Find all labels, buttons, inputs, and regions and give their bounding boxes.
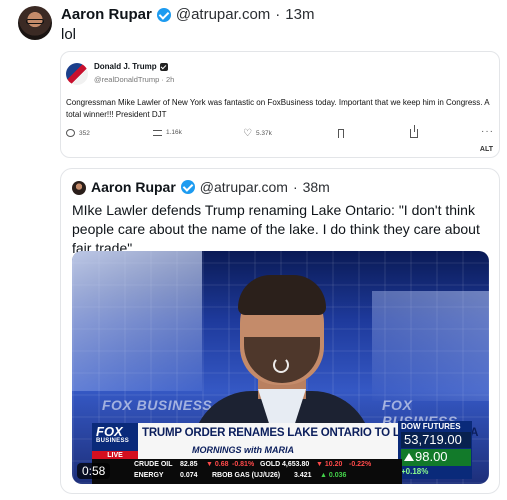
ticker-gold-value: 4,653.80: [282, 461, 310, 468]
quoted-post-text: MIke Lawler defends Trump renaming Lake …: [72, 202, 480, 256]
post-text: lol: [61, 26, 77, 43]
truth-author-avatar[interactable]: [66, 63, 88, 85]
ticker-energy-label: ENERGY: [134, 472, 164, 479]
like-action[interactable]: ♡ 5.37k: [243, 128, 272, 139]
studio-light-panel: [372, 291, 489, 401]
bookmark-icon: [338, 129, 344, 138]
verified-badge-icon: [156, 7, 171, 22]
post-header: Aaron Rupar @atrupar.com · 13m: [61, 6, 314, 23]
author-name[interactable]: Aaron Rupar: [61, 6, 152, 23]
verified-badge-icon: [180, 180, 195, 194]
loading-spinner-icon: [273, 357, 289, 373]
truth-post-text: Congressman Mike Lawler of New York was …: [66, 98, 490, 119]
reply-count: 352: [79, 129, 90, 137]
bookmark-action[interactable]: [338, 129, 344, 138]
video-player[interactable]: FOX BUSINESS FOX BUSINESS FOX BUSINESS L…: [72, 251, 489, 484]
dow-title: DOW FUTURES: [401, 422, 461, 431]
dow-percent: +0.18%: [401, 467, 429, 476]
author-avatar[interactable]: [18, 6, 52, 40]
verified-check-icon: [159, 62, 168, 71]
truth-action-bar: 352 1.16k ♡ 5.37k ···: [66, 125, 496, 141]
dow-value: 53,719.00: [401, 432, 471, 448]
heart-icon: ♡: [243, 128, 252, 139]
quoted-post-card[interactable]: Aaron Rupar @atrupar.com · 38m MIke Lawl…: [60, 168, 500, 494]
separator-dot: ·: [161, 75, 164, 84]
show-name: MORNINGS with MARIA: [192, 445, 294, 455]
ticker-gold-change: ▼ 10.20: [316, 461, 343, 468]
truth-author-name[interactable]: Donald J. Trump: [94, 62, 157, 71]
network-logo-top: FOX: [96, 424, 123, 439]
video-duration: 0:58: [77, 463, 111, 479]
retruth-icon: [153, 129, 162, 136]
ticker-gold-percent: -0.22%: [349, 461, 372, 468]
truth-author-line: Donald J. Trump: [94, 62, 168, 71]
truth-handle-line: @realDonaldTrump · 2h: [94, 75, 174, 84]
truth-author-handle[interactable]: @realDonaldTrump: [94, 75, 159, 84]
like-count: 5.37k: [256, 130, 272, 137]
reply-action[interactable]: 352: [66, 129, 90, 137]
post-time[interactable]: 13m: [285, 6, 314, 23]
retruth-action[interactable]: 1.16k: [153, 129, 182, 136]
guest-hair: [238, 275, 326, 315]
ticker-rbob-price: 3.421: [294, 472, 312, 479]
quoted-author-handle[interactable]: @atrupar.com: [200, 179, 288, 195]
author-handle[interactable]: @atrupar.com: [176, 6, 270, 23]
alt-text-badge[interactable]: ALT: [480, 146, 493, 153]
more-icon: ···: [481, 126, 494, 137]
studio-light-panel: [72, 251, 202, 391]
ticker-rbob-value: 0.074: [180, 472, 198, 479]
quoted-truth-card[interactable]: Donald J. Trump @realDonaldTrump · 2h Co…: [60, 51, 500, 158]
retruth-count: 1.16k: [166, 129, 182, 136]
ticker-rbob-change: ▲ 0.036: [320, 472, 347, 479]
ticker-crude-value: 82.85: [180, 461, 198, 468]
glasses-detail: [26, 19, 44, 24]
ticker-crude-change: ▼ 0.68: [206, 461, 229, 468]
quoted-author-avatar[interactable]: [72, 181, 86, 195]
network-logo: FOX BUSINESS: [92, 423, 138, 451]
ticker-crude-label: CRUDE OIL: [134, 461, 173, 468]
more-options-button[interactable]: ···: [481, 126, 494, 137]
network-logo-bottom: BUSINESS: [96, 438, 130, 444]
chyron-headline: TRUMP ORDER RENAMES LAKE ONTARIO TO LAKE…: [142, 427, 479, 439]
truth-post-time[interactable]: 2h: [166, 75, 174, 84]
dow-change: 98.00: [401, 449, 471, 466]
separator-dot: ·: [292, 179, 298, 195]
ticker-rbob-label: RBOB GAS (UJ/U26): [212, 472, 281, 479]
share-icon: [410, 125, 418, 138]
separator-dot: ·: [275, 6, 281, 23]
ticker-crude-percent: -0.81%: [232, 461, 255, 468]
quoted-post-header: Aaron Rupar @atrupar.com · 38m: [91, 179, 330, 195]
quoted-post-time[interactable]: 38m: [303, 179, 330, 195]
reply-icon: [66, 129, 75, 137]
quoted-author-name[interactable]: Aaron Rupar: [91, 179, 176, 195]
ticker-gold-label: GOLD: [260, 461, 281, 468]
share-action[interactable]: [410, 125, 418, 138]
